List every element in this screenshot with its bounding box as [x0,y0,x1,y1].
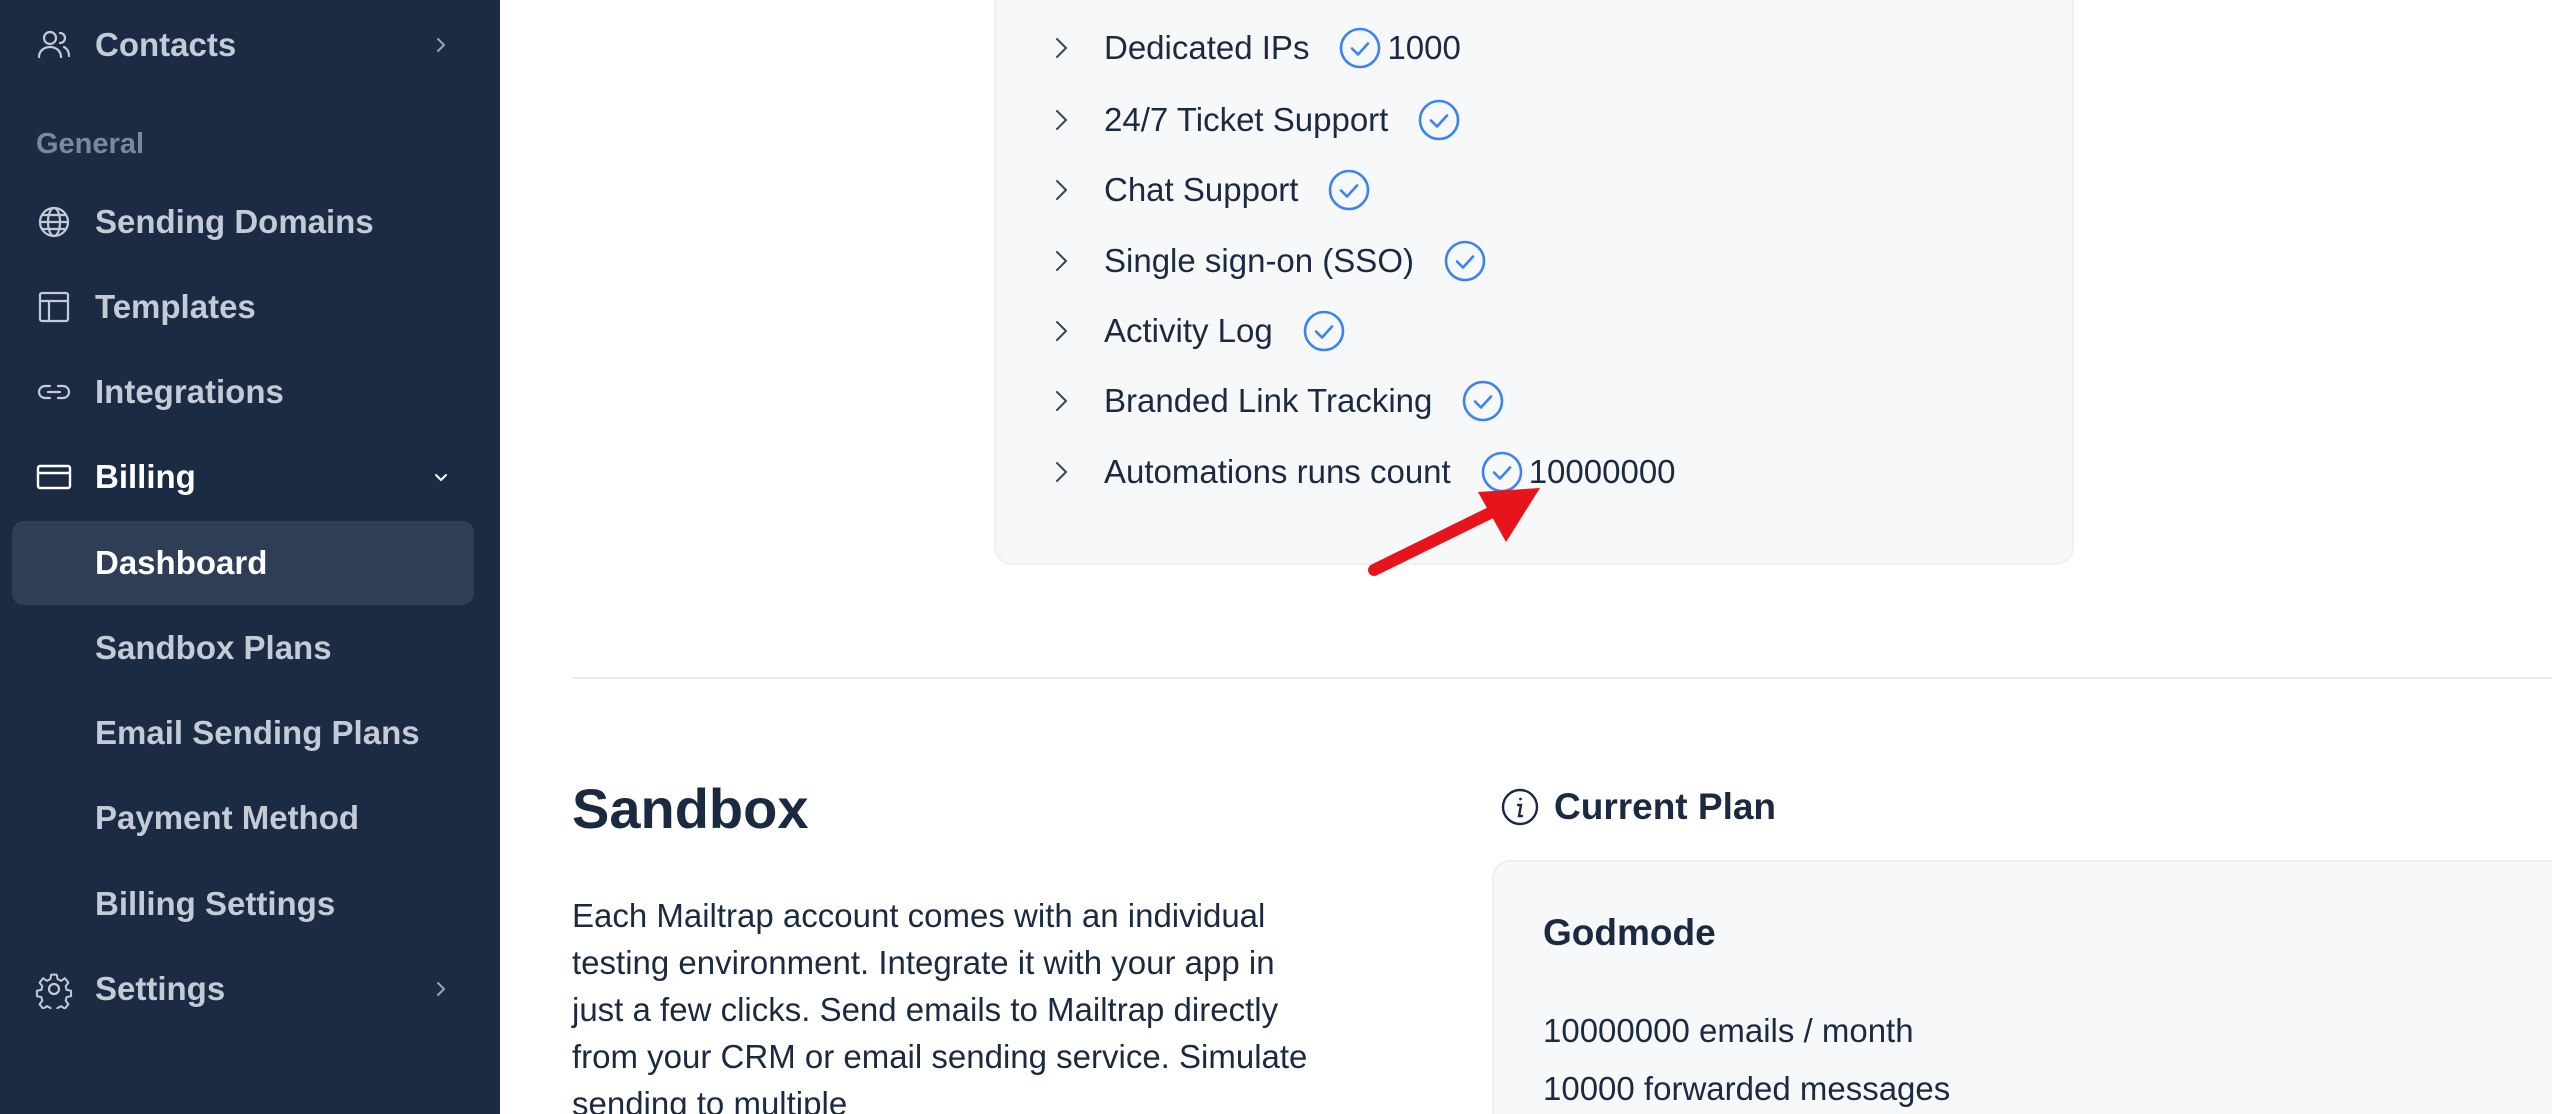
check-circle-icon [1416,97,1462,143]
chevron-down-icon [430,466,452,488]
globe-icon [34,202,74,242]
feature-row-branded-link-tracking[interactable]: Branded Link Tracking [1048,373,1506,429]
feature-row-sso[interactable]: Single sign-on (SSO) [1048,233,1488,289]
check-circle-icon [1326,167,1372,213]
current-plan-label: Current Plan [1554,786,1777,827]
sidebar-item-billing[interactable]: Billing [12,435,474,519]
link-icon [34,372,74,412]
sidebar-item-sandbox-plans[interactable]: Sandbox Plans [12,606,474,690]
chevron-right-icon[interactable] [1048,303,1074,359]
chevron-right-icon [430,34,452,56]
sidebar-item-templates[interactable]: Templates [12,265,474,349]
check-circle-icon [1460,378,1506,424]
feature-label: Branded Link Tracking [1104,382,1433,419]
chevron-right-icon[interactable] [1048,20,1074,76]
chevron-right-icon[interactable] [1048,162,1074,218]
chevron-right-icon[interactable] [1048,373,1074,429]
sidebar-item-sending-domains[interactable]: Sending Domains [12,180,474,264]
sidebar-item-label: Dashboard [95,544,268,581]
gear-icon [34,969,74,1009]
sidebar-item-label: Sending Domains [95,203,374,240]
sidebar-item-contacts[interactable]: Contacts [12,3,474,87]
feature-value: 1000 [1387,29,1461,66]
template-icon [34,287,74,327]
chevron-right-icon[interactable] [1048,444,1074,500]
sidebar-item-email-sending-plans[interactable]: Email Sending Plans [12,691,474,775]
chevron-right-icon[interactable] [1048,92,1074,148]
sandbox-description: Each Mailtrap account comes with an indi… [572,897,1308,1114]
sidebar-item-label: Billing [95,458,196,495]
sidebar-item-label: Settings [95,970,226,1007]
contacts-icon [34,25,74,65]
check-circle-icon [1337,25,1383,71]
chevron-right-icon [430,978,452,1000]
sidebar-item-label: Integrations [95,373,284,410]
feature-label: Single sign-on (SSO) [1104,242,1414,279]
credit-card-icon [34,457,74,497]
section-divider [572,677,2552,679]
section-title-sandbox: Sandbox [572,777,809,840]
sidebar-item-integrations[interactable]: Integrations [12,350,474,434]
sidebar: Contacts General Sending Domains Templat… [0,0,500,1114]
annotation-arrow [1368,488,1540,576]
plan-detail-line: 10000000 emails / month [1543,1012,1914,1049]
sidebar-item-payment-method[interactable]: Payment Method [12,776,474,860]
current-plan-heading: Current Plan [1500,786,1776,828]
sidebar-item-label: Email Sending Plans [95,714,420,751]
feature-row-ticket-support[interactable]: 24/7 Ticket Support [1048,92,1462,148]
feature-label: Activity Log [1104,312,1273,349]
feature-label: Dedicated IPs [1104,29,1310,66]
feature-label: Chat Support [1104,171,1299,208]
feature-row-dedicated-ips[interactable]: Dedicated IPs 1000 [1048,20,1461,76]
sidebar-item-label: Contacts [95,26,237,63]
sidebar-item-label: Payment Method [95,799,360,836]
sidebar-item-label: Templates [95,288,256,325]
sidebar-item-dashboard[interactable]: Dashboard [12,521,474,605]
feature-label: 24/7 Ticket Support [1104,101,1389,138]
sidebar-item-label: Billing Settings [95,885,336,922]
info-icon[interactable] [1500,787,1540,827]
feature-row-chat-support[interactable]: Chat Support [1048,162,1372,218]
check-circle-icon [1442,238,1488,284]
check-circle-icon [1301,308,1347,354]
sidebar-item-label: Sandbox Plans [95,629,332,666]
section-heading-general: General [36,128,144,160]
plan-name: Godmode [1543,912,1716,953]
chevron-right-icon[interactable] [1048,233,1074,289]
sidebar-item-settings[interactable]: Settings [12,947,474,1031]
sidebar-item-billing-settings[interactable]: Billing Settings [12,862,474,946]
feature-row-activity-log[interactable]: Activity Log [1048,303,1347,359]
plan-detail-line: 10000 forwarded messages [1543,1070,1951,1107]
